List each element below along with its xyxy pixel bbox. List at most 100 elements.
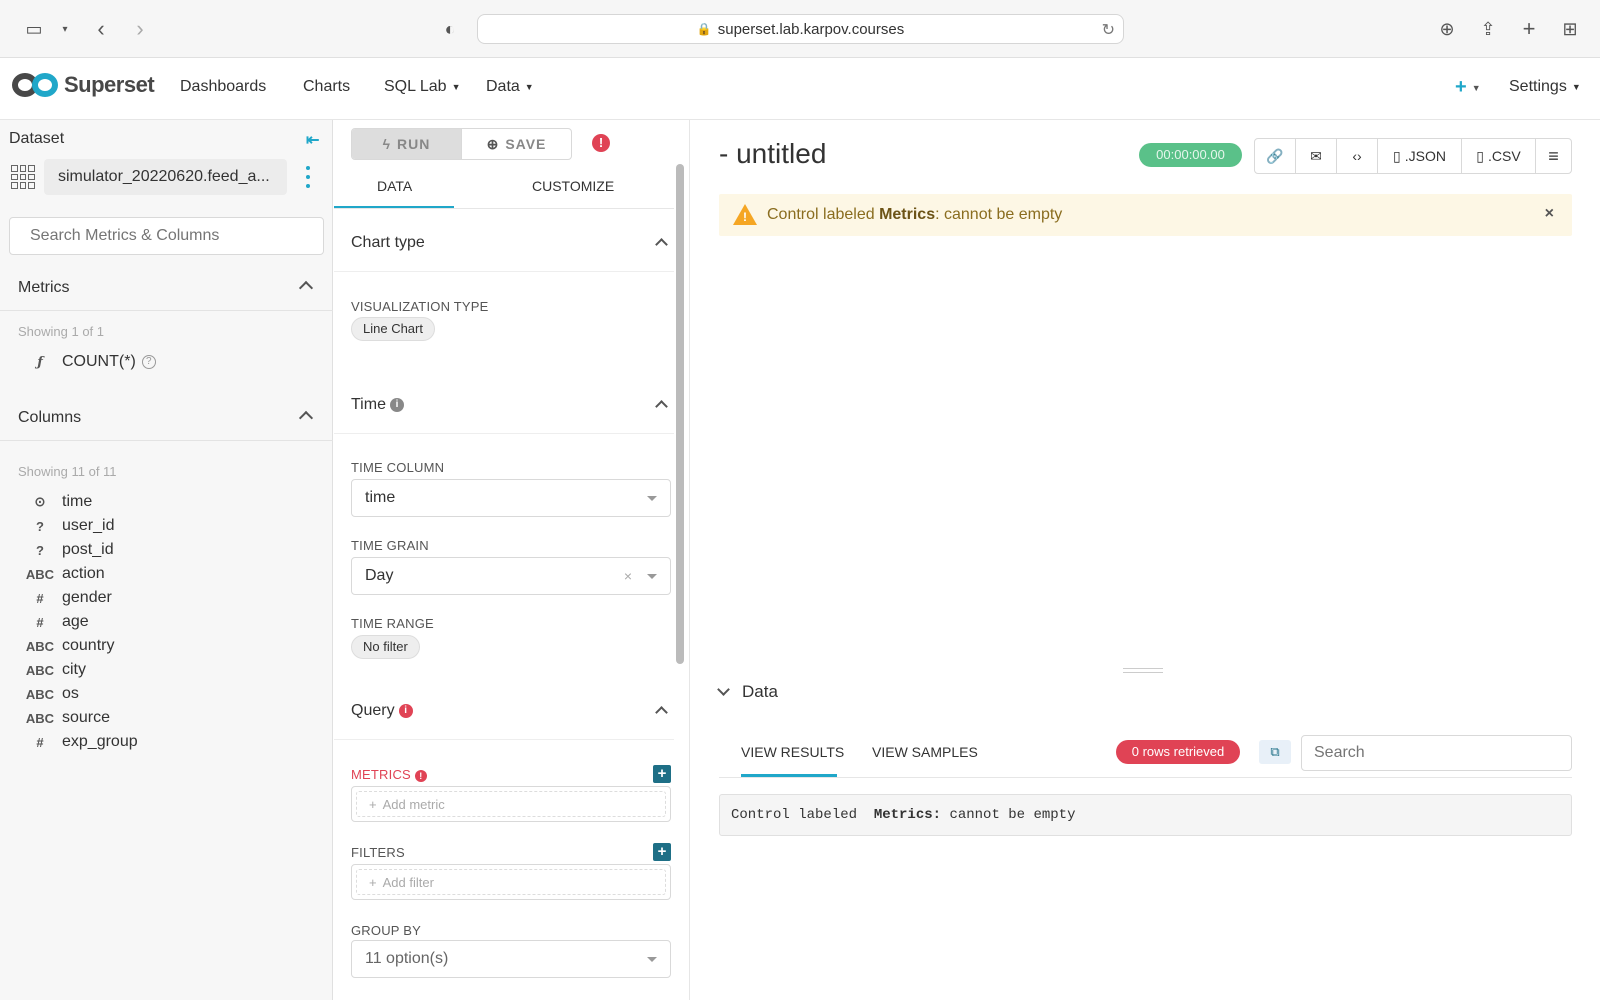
- shield-icon[interactable]: ◐: [437, 16, 463, 42]
- chevron-up-icon: [298, 410, 314, 426]
- column-item[interactable]: ABC country: [18, 634, 115, 658]
- link-icon[interactable]: 🔗: [1255, 139, 1296, 173]
- browser-toolbar: ▭ ▾ ‹ › ◐ 🔒 superset.lab.karpov.courses …: [0, 0, 1600, 58]
- data-section-header[interactable]: Data: [717, 682, 778, 702]
- chart-type-section-header[interactable]: Chart type: [334, 212, 674, 272]
- menu-icon[interactable]: ≡: [1536, 139, 1571, 173]
- new-tab-icon[interactable]: +: [1516, 16, 1542, 42]
- tab-divider: [334, 208, 674, 209]
- add-metric-box[interactable]: + Add metric: [351, 786, 671, 822]
- run-button[interactable]: ϟ RUN: [352, 129, 462, 159]
- column-type-icon: ?: [36, 542, 44, 558]
- add-filter-plus-button[interactable]: +: [653, 843, 671, 861]
- reload-icon[interactable]: ↻: [1102, 20, 1115, 40]
- tab-data[interactable]: DATA: [377, 178, 412, 194]
- search-metrics-columns-input[interactable]: [9, 217, 324, 255]
- time-section-title: Time i: [351, 396, 404, 414]
- column-item[interactable]: ? post_id: [18, 538, 114, 562]
- function-icon: ƒ: [37, 354, 43, 370]
- back-icon[interactable]: ‹: [88, 16, 114, 42]
- chevron-up-icon: [655, 238, 668, 251]
- dataset-panel: Dataset ⇤ simulator_20220620.feed_a... M…: [0, 120, 333, 1000]
- query-section-header[interactable]: Query i: [334, 680, 674, 740]
- error-info-icon[interactable]: i: [398, 703, 413, 718]
- chart-title[interactable]: - untitled: [719, 138, 826, 170]
- settings-menu[interactable]: Settings ▼: [1509, 78, 1581, 96]
- results-search-input[interactable]: [1301, 735, 1572, 771]
- add-metric-label: Add metric: [382, 797, 445, 812]
- column-item[interactable]: ? user_id: [18, 514, 114, 538]
- superset-logo[interactable]: Superset: [12, 72, 155, 98]
- scrollbar[interactable]: [676, 164, 684, 664]
- column-type-icon: ABC: [25, 638, 55, 654]
- dataset-panel-title: Dataset: [9, 130, 65, 147]
- new-item-button[interactable]: + ▼: [1455, 76, 1481, 99]
- columns-section-header[interactable]: Columns: [0, 395, 333, 441]
- column-item[interactable]: # gender: [18, 586, 111, 610]
- column-type-icon: ABC: [25, 686, 55, 702]
- help-icon[interactable]: ?: [141, 355, 156, 369]
- tab-customize[interactable]: CUSTOMIZE: [532, 178, 614, 194]
- time-grain-select[interactable]: Day ×: [351, 557, 671, 595]
- save-button[interactable]: ⊕ SAVE: [462, 129, 571, 159]
- time-column-value: time: [365, 489, 396, 506]
- sidebar-toggle-icon[interactable]: ▭: [21, 16, 47, 42]
- dataset-menu-icon[interactable]: [305, 166, 311, 188]
- column-item[interactable]: # age: [18, 610, 88, 634]
- download-icon[interactable]: ⊕: [1434, 16, 1460, 42]
- time-range-pill[interactable]: No filter: [351, 635, 420, 659]
- column-item[interactable]: # exp_group: [18, 730, 137, 754]
- info-icon[interactable]: i: [389, 397, 404, 412]
- column-item[interactable]: ABC action: [18, 562, 105, 586]
- embed-code-icon[interactable]: ‹›: [1337, 139, 1378, 173]
- group-by-placeholder: 11 option(s): [365, 950, 449, 967]
- column-item[interactable]: ⊙ time: [18, 490, 93, 514]
- code-prefix: Control labeled: [731, 807, 874, 823]
- viz-type-pill[interactable]: Line Chart: [351, 317, 435, 341]
- tab-overview-icon[interactable]: ⊞: [1557, 16, 1583, 42]
- close-icon[interactable]: ×: [1545, 205, 1554, 223]
- column-item[interactable]: ABC city: [18, 658, 86, 682]
- warning-alert: ! Control labeled Metrics: cannot be emp…: [719, 194, 1572, 236]
- logo-mark-icon: [12, 73, 58, 97]
- add-filter-box[interactable]: + Add filter: [351, 864, 671, 900]
- nav-sql-lab[interactable]: SQL Lab ▼: [384, 78, 460, 96]
- add-metric-plus-button[interactable]: +: [653, 765, 671, 783]
- time-section-header[interactable]: Time i: [334, 374, 674, 434]
- collapse-panel-icon[interactable]: ⇤: [306, 130, 319, 150]
- nav-dashboards[interactable]: Dashboards: [180, 78, 266, 96]
- dropdown-arrow-icon: [647, 957, 657, 962]
- copy-icon[interactable]: ⧉: [1259, 740, 1291, 764]
- time-column-select[interactable]: time: [351, 479, 671, 517]
- column-item[interactable]: ABC source: [18, 706, 110, 730]
- column-type-icon: #: [36, 590, 44, 606]
- export-json-button[interactable]: ▯ .JSON: [1378, 139, 1462, 173]
- caret-down-icon: ▼: [1471, 82, 1481, 93]
- tab-view-samples[interactable]: VIEW SAMPLES: [872, 744, 978, 760]
- column-item[interactable]: ABC os: [18, 682, 79, 706]
- group-by-select[interactable]: 11 option(s): [351, 940, 671, 978]
- address-bar[interactable]: 🔒 superset.lab.karpov.courses ↻: [477, 14, 1124, 44]
- query-timer: 00:00:00.00: [1139, 143, 1242, 167]
- nav-charts[interactable]: Charts: [303, 78, 350, 96]
- share-icon[interactable]: ⇪: [1475, 16, 1501, 42]
- chevron-down-icon[interactable]: ▾: [52, 16, 78, 42]
- forward-icon[interactable]: ›: [127, 16, 153, 42]
- column-type-icon: ⊙: [34, 494, 46, 509]
- nav-data[interactable]: Data ▼: [486, 78, 534, 96]
- time-column-label: TIME COLUMN: [351, 460, 445, 475]
- metrics-section-header[interactable]: Metrics: [0, 265, 333, 311]
- clear-icon[interactable]: ×: [624, 558, 632, 594]
- alert-prefix: Control labeled: [767, 206, 880, 223]
- error-icon[interactable]: !: [592, 134, 610, 152]
- dataset-name[interactable]: simulator_20220620.feed_a...: [44, 159, 287, 195]
- chevron-down-icon: [717, 683, 730, 696]
- chart-type-label: Chart type: [351, 234, 425, 251]
- export-csv-button[interactable]: ▯ .CSV: [1462, 139, 1536, 173]
- resize-handle[interactable]: [1123, 668, 1163, 673]
- tab-divider: [719, 777, 1572, 778]
- csv-label: .CSV: [1488, 148, 1521, 164]
- email-icon[interactable]: ✉: [1296, 139, 1337, 173]
- tab-view-results[interactable]: VIEW RESULTS: [741, 744, 844, 760]
- metric-item[interactable]: ƒ COUNT(*) ?: [18, 350, 156, 374]
